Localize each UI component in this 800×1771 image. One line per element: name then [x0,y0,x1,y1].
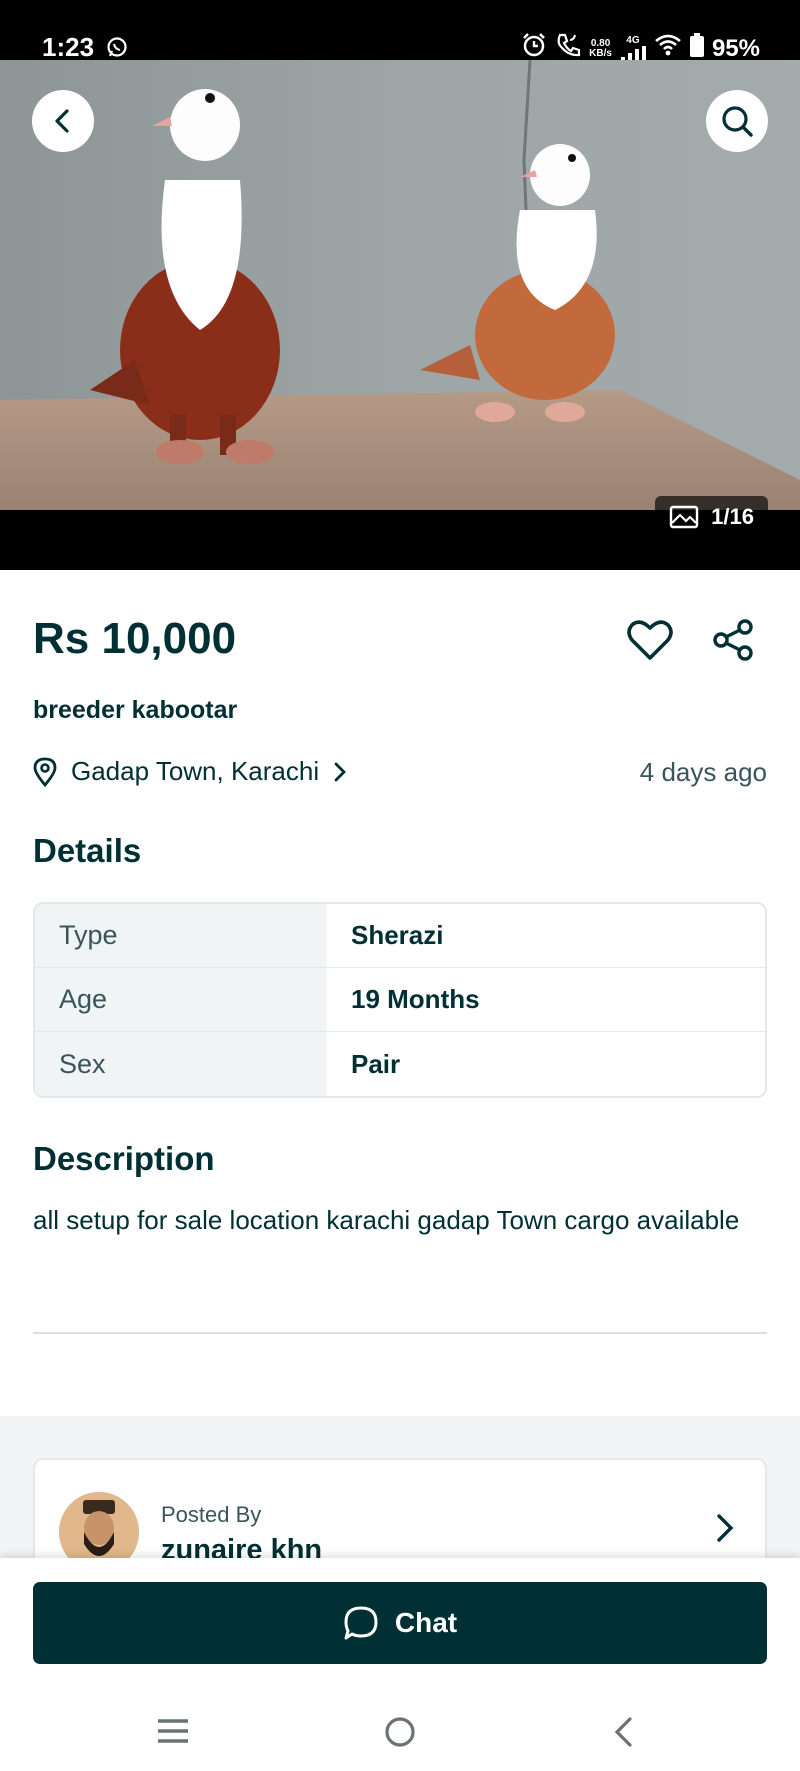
home-icon[interactable] [384,1716,416,1753]
image-counter-text: 1/16 [711,504,754,529]
details-row-sex: Sex Pair [35,1032,765,1096]
menu-icon[interactable] [156,1716,190,1751]
details-table: Type Sherazi Age 19 Months Sex Pair [33,902,767,1098]
chat-bubble-icon [344,1606,378,1640]
description-heading: Description [33,1140,215,1177]
heart-icon [627,620,673,660]
share-button[interactable] [712,618,756,667]
share-icon [713,619,753,661]
price: Rs 10,000 [33,614,237,663]
nav-back-icon[interactable] [612,1716,636,1753]
divider [33,1332,767,1334]
network-type: 4G [626,34,640,46]
system-nav-bar [0,1690,800,1771]
location-link[interactable]: Gadap Town, Karachi [33,756,347,787]
image-counter: 1/16 [655,496,768,538]
search-icon [722,106,753,137]
posted-time: 4 days ago [639,757,767,787]
gallery-icon [669,505,699,529]
details-heading: Details [33,832,142,869]
data-speed-unit: KB/s [589,47,612,59]
data-speed: 0.80 KB/s [589,38,612,59]
location-pin-icon [33,757,57,787]
details-key: Sex [35,1032,327,1096]
chevron-right-icon [334,762,347,781]
whatsapp-icon [106,36,128,63]
details-key: Type [35,904,327,967]
chat-button[interactable]: Chat [33,1582,767,1664]
details-value: Sherazi [351,920,444,950]
photo-gallery[interactable]: 1/16 [0,60,800,570]
favorite-button[interactable] [626,618,674,667]
chevron-right-icon [715,1512,735,1549]
details-row-age: Age 19 Months [35,968,765,1032]
listing-photo[interactable] [0,60,800,510]
chevron-left-icon [55,109,69,133]
battery-level: 95% [711,34,760,62]
signal: 4G [620,34,646,62]
location-text: Gadap Town, Karachi [71,756,320,786]
status-bar: 1:23 0.80 KB/s 4G 95% [0,0,800,63]
posted-by-label: Posted By [161,1502,262,1527]
status-time: 1:23 [42,32,95,62]
back-button[interactable] [32,90,94,152]
details-key: Age [35,968,327,1031]
chat-label: Chat [394,1607,458,1638]
description-text: all setup for sale location karachi gada… [33,1205,740,1235]
details-value: Pair [351,1048,401,1079]
listing-title: breeder kabootar [33,696,238,724]
search-button[interactable] [706,90,768,152]
details-row-type: Type Sherazi [35,904,765,968]
details-value: 19 Months [351,984,480,1014]
